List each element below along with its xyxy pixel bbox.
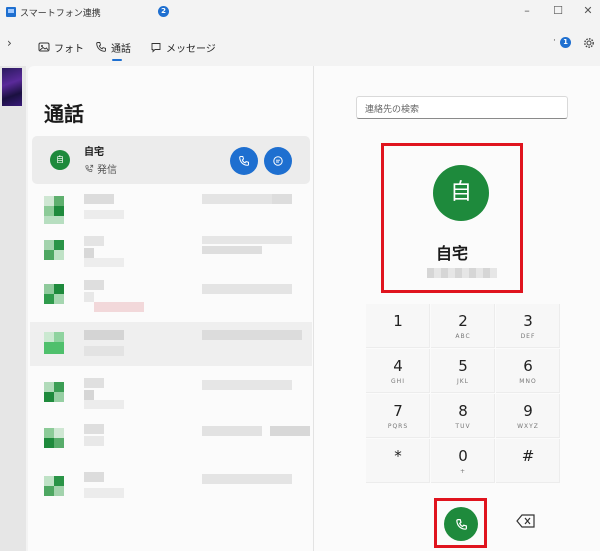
call-history-item[interactable] xyxy=(30,274,312,318)
more-icon[interactable]: · xyxy=(553,36,556,46)
dialpad: 1 2 ABC 3 DEF 4 GHI 5 JKL 6 MNO 7 PQRS 8 TUV 9W… xyxy=(366,304,560,483)
dial-key-2[interactable]: 2 ABC xyxy=(431,304,495,348)
call-status: 発信 xyxy=(84,161,117,176)
call-status-text: 発信 xyxy=(97,165,117,176)
contact-avatar: 自 xyxy=(433,165,489,221)
tab-messages-label: メッセージ xyxy=(166,43,216,55)
message-count-badge: 2 xyxy=(158,6,169,17)
expand-chevron-icon[interactable]: › xyxy=(7,36,12,50)
gear-icon[interactable] xyxy=(583,37,595,49)
nav-bar: › フォト 通話 メッセージ xyxy=(0,28,600,62)
dial-key-9[interactable]: 9 WXYZ xyxy=(496,394,560,438)
photo-icon xyxy=(38,42,50,52)
title-bar: スマートフォン連携 – ☐ ✕ xyxy=(0,0,600,26)
outgoing-call-icon xyxy=(85,164,94,172)
dial-key-6[interactable]: 6 MNO xyxy=(496,349,560,393)
tab-calls[interactable]: 通話 xyxy=(95,36,131,58)
contact-number-redacted xyxy=(427,268,497,278)
call-button[interactable] xyxy=(444,507,478,541)
dial-key-8[interactable]: 8 TUV xyxy=(431,394,495,438)
minimize-button[interactable]: – xyxy=(520,4,534,17)
app-icon xyxy=(6,7,16,17)
window-title: スマートフォン連携 xyxy=(20,9,101,19)
tab-photos-label: フォト xyxy=(54,43,84,55)
contact-name: 自宅 xyxy=(435,244,468,263)
message-icon xyxy=(273,156,283,166)
phone-icon xyxy=(96,42,106,52)
left-strip xyxy=(0,66,26,551)
contact-search-input[interactable]: 連絡先の検索 xyxy=(356,96,568,119)
phone-icon xyxy=(239,156,249,166)
dial-key-hash[interactable]: # xyxy=(496,439,560,483)
active-tab-indicator xyxy=(112,59,122,61)
dial-key-3[interactable]: 3 DEF xyxy=(496,304,560,348)
call-back-button[interactable] xyxy=(230,147,258,175)
tab-calls-label: 通話 xyxy=(111,43,131,55)
call-history-item[interactable] xyxy=(30,230,312,274)
call-history-item[interactable] xyxy=(30,186,312,230)
phone-icon xyxy=(455,518,467,530)
avatar: 自 xyxy=(50,150,70,170)
close-button[interactable]: ✕ xyxy=(581,4,595,17)
dial-key-7[interactable]: 7 PQRS xyxy=(366,394,430,438)
call-history-item[interactable] xyxy=(30,322,312,366)
pane-divider xyxy=(313,66,314,551)
phone-wallpaper-thumbnail[interactable] xyxy=(2,68,22,106)
page-title: 通話 xyxy=(44,102,84,126)
maximize-button[interactable]: ☐ xyxy=(551,4,565,17)
send-message-button[interactable] xyxy=(264,147,292,175)
notification-badge[interactable]: 1 xyxy=(560,37,571,48)
dial-key-0[interactable]: 0 + xyxy=(431,439,495,483)
call-history-item[interactable] xyxy=(30,418,312,462)
call-history-item[interactable] xyxy=(30,466,312,510)
dial-key-5[interactable]: 5 JKL xyxy=(431,349,495,393)
dial-key-4[interactable]: 4 GHI xyxy=(366,349,430,393)
call-history-item[interactable] xyxy=(30,372,312,416)
call-contact-name: 自宅 xyxy=(84,147,104,158)
tab-messages[interactable]: メッセージ xyxy=(150,36,216,58)
dial-key-star[interactable]: * xyxy=(366,439,430,483)
dial-key-1[interactable]: 1 xyxy=(366,304,430,348)
backspace-icon[interactable] xyxy=(516,514,536,528)
message-icon xyxy=(151,43,161,53)
tab-photos[interactable]: フォト xyxy=(38,36,84,58)
